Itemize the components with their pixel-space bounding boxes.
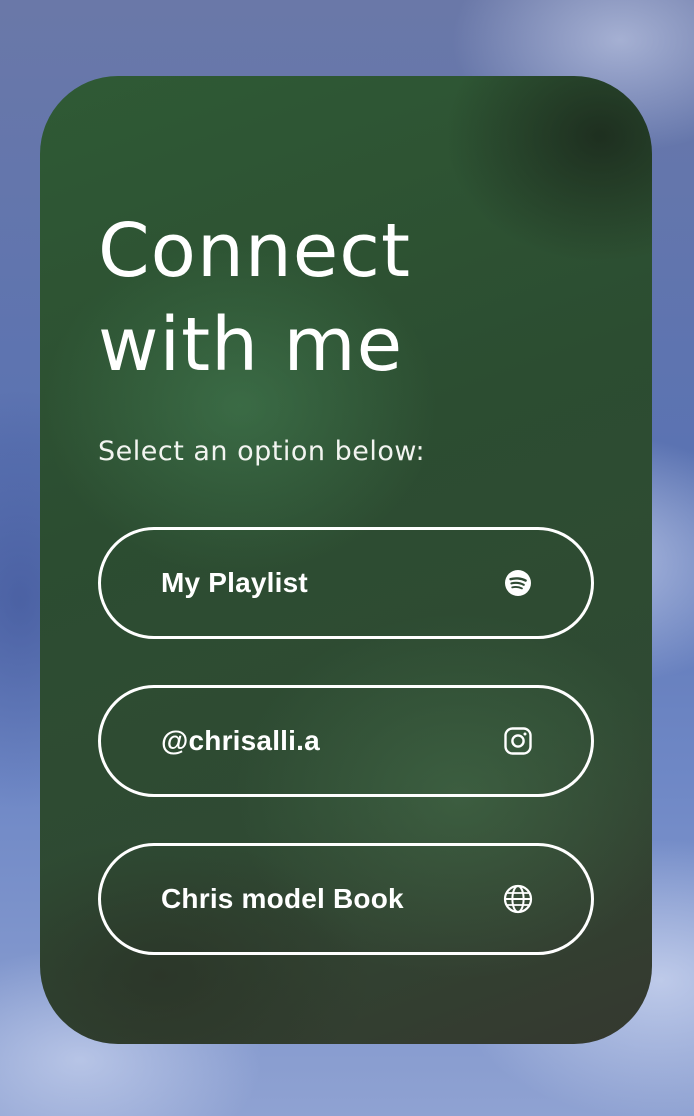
spotify-icon xyxy=(503,568,533,598)
title-line-1: Connect xyxy=(98,208,411,294)
connect-card: Connect with me Select an option below: M… xyxy=(40,76,652,1044)
page-title: Connect with me xyxy=(98,204,578,392)
instagram-icon xyxy=(503,726,533,756)
model-book-link-button[interactable]: Chris model Book xyxy=(98,843,594,955)
model-book-link-label: Chris model Book xyxy=(161,883,404,914)
instagram-link-button[interactable]: @chrisalli.a xyxy=(98,685,594,797)
globe-icon xyxy=(503,884,533,914)
title-line-2: with me xyxy=(98,302,404,388)
playlist-link-label: My Playlist xyxy=(161,567,308,598)
subtitle: Select an option below: xyxy=(98,436,426,467)
instagram-link-label: @chrisalli.a xyxy=(161,725,320,756)
playlist-link-button[interactable]: My Playlist xyxy=(98,527,594,639)
